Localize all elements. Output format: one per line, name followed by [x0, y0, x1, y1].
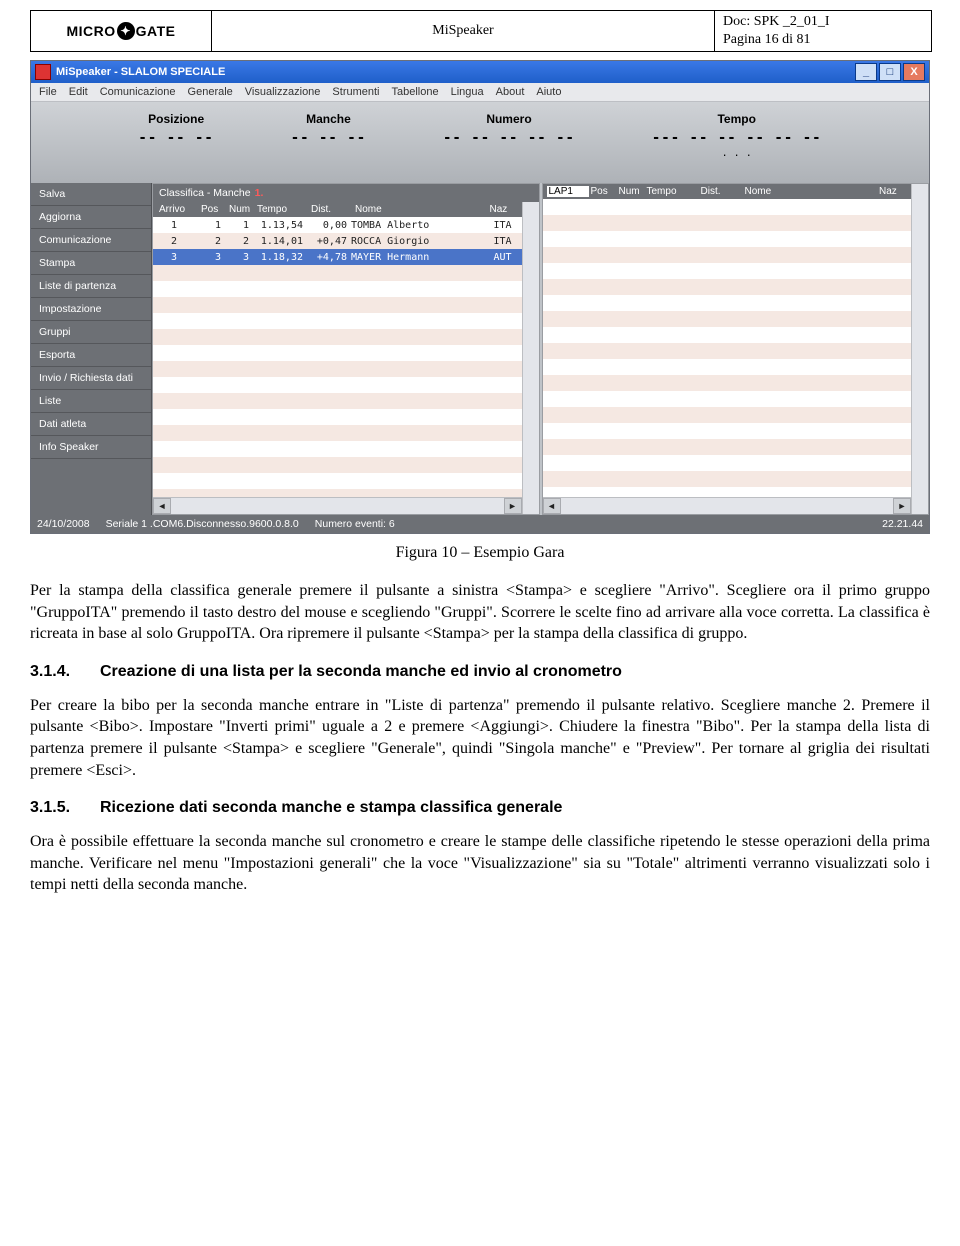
table-row[interactable]: 2221.14,01+0,47ROCCA GiorgioITA [153, 233, 522, 249]
status-date: 24/10/2008 [37, 518, 90, 530]
heading-315: 3.1.5.Ricezione dati seconda manche e st… [30, 799, 930, 817]
menu-generale[interactable]: Generale [188, 86, 233, 98]
menu-edit[interactable]: Edit [69, 86, 88, 98]
paragraph-2: Per creare la bibo per la seconda manche… [30, 695, 930, 781]
classifica-columns: Arrivo Pos Num Tempo Dist. Nome Naz [153, 202, 522, 217]
classifica-rows[interactable]: 1111.13,540,00TOMBA AlbertoITA2221.14,01… [153, 217, 522, 497]
v-scrollbar-right[interactable] [911, 184, 928, 514]
menu-tabellone[interactable]: Tabellone [392, 86, 439, 98]
v-scrollbar[interactable] [522, 202, 539, 514]
status-time: 22.21.44 [882, 518, 923, 530]
status-serial: Seriale 1 .COM6.Disconnesso.9600.0.8.0 [106, 518, 299, 530]
sidebar-item-salva[interactable]: Salva [31, 183, 151, 206]
classifica-pane: Classifica - Manche1. Arrivo Pos Num Tem… [152, 183, 540, 515]
posizione-label: Posizione [148, 112, 204, 126]
menu-file[interactable]: File [39, 86, 57, 98]
paragraph-3: Ora è possibile effettuare la seconda ma… [30, 831, 930, 896]
window-title: MiSpeaker - SLALOM SPECIALE [56, 66, 225, 78]
window-titlebar[interactable]: MiSpeaker - SLALOM SPECIALE _ □ X [31, 61, 929, 83]
doc-title: MiSpeaker [212, 11, 715, 51]
logo: MICRO✦GATE [31, 11, 212, 51]
h-scrollbar-right[interactable]: ◄► [543, 497, 912, 514]
numero-label: Numero [486, 112, 531, 126]
sidebar-item-stampa[interactable]: Stampa [31, 252, 151, 275]
manche-label: Manche [306, 112, 351, 126]
sidebar-item-liste-di-partenza[interactable]: Liste di partenza [31, 275, 151, 298]
close-button[interactable]: X [903, 63, 925, 81]
tempo-value: --- -- -- -- -- -- [652, 130, 822, 146]
menubar: File Edit Comunicazione Generale Visualizzaz… [31, 83, 929, 102]
doc-meta: Doc: SPK _2_01_I Pagina 16 di 81 [715, 11, 931, 51]
table-row[interactable]: 3331.18,32+4,78MAYER HermannAUT [153, 249, 522, 265]
tempo-label: Tempo [717, 112, 755, 126]
sidebar-item-liste[interactable]: Liste [31, 390, 151, 413]
sidebar: SalvaAggiornaComunicazioneStampaListe di… [31, 183, 152, 515]
statusbar: 24/10/2008 Seriale 1 .COM6.Disconnesso.9… [31, 515, 929, 533]
menu-comunicazione[interactable]: Comunicazione [100, 86, 176, 98]
menu-strumenti[interactable]: Strumenti [332, 86, 379, 98]
app-screenshot: MiSpeaker - SLALOM SPECIALE _ □ X File Ed… [30, 60, 930, 534]
sidebar-item-aggiorna[interactable]: Aggiorna [31, 206, 151, 229]
app-icon [35, 64, 51, 80]
doc-header: MICRO✦GATE MiSpeaker Doc: SPK _2_01_I Pa… [30, 10, 932, 52]
table-row[interactable]: 1111.13,540,00TOMBA AlbertoITA [153, 217, 522, 233]
globe-icon: ✦ [117, 22, 135, 40]
manche-value: -- -- -- [291, 130, 366, 146]
menu-about[interactable]: About [496, 86, 525, 98]
lap-rows[interactable] [543, 199, 912, 497]
menu-aiuto[interactable]: Aiuto [536, 86, 561, 98]
sidebar-item-impostazione[interactable]: Impostazione [31, 298, 151, 321]
minimize-button[interactable]: _ [855, 63, 877, 81]
classifica-title: Classifica - Manche1. [153, 184, 539, 202]
sidebar-item-info-speaker[interactable]: Info Speaker [31, 436, 151, 459]
lap-pane: LAP1 Pos Num Tempo Dist. Nome Naz ◄► [542, 183, 930, 515]
numero-value: -- -- -- -- -- [443, 130, 575, 146]
figure-caption: Figura 10 – Esempio Gara [30, 544, 930, 562]
h-scrollbar[interactable]: ◄► [153, 497, 522, 514]
maximize-button[interactable]: □ [879, 63, 901, 81]
sidebar-item-esporta[interactable]: Esporta [31, 344, 151, 367]
menu-visualizzazione[interactable]: Visualizzazione [245, 86, 321, 98]
sidebar-item-gruppi[interactable]: Gruppi [31, 321, 151, 344]
paragraph-1: Per la stampa della classifica generale … [30, 580, 930, 645]
sidebar-item-comunicazione[interactable]: Comunicazione [31, 229, 151, 252]
scoreboard: Posizione -- -- -- Manche -- -- -- Numer… [31, 102, 929, 183]
sidebar-item-invio-richiesta-dati[interactable]: Invio / Richiesta dati [31, 367, 151, 390]
sidebar-item-dati-atleta[interactable]: Dati atleta [31, 413, 151, 436]
tempo-sub: . . . [722, 148, 752, 159]
menu-lingua[interactable]: Lingua [451, 86, 484, 98]
posizione-value: -- -- -- [138, 130, 213, 146]
status-events: Numero eventi: 6 [315, 518, 395, 530]
lap-columns: LAP1 Pos Num Tempo Dist. Nome Naz [543, 184, 912, 199]
heading-314: 3.1.4.Creazione di una lista per la seco… [30, 663, 930, 681]
